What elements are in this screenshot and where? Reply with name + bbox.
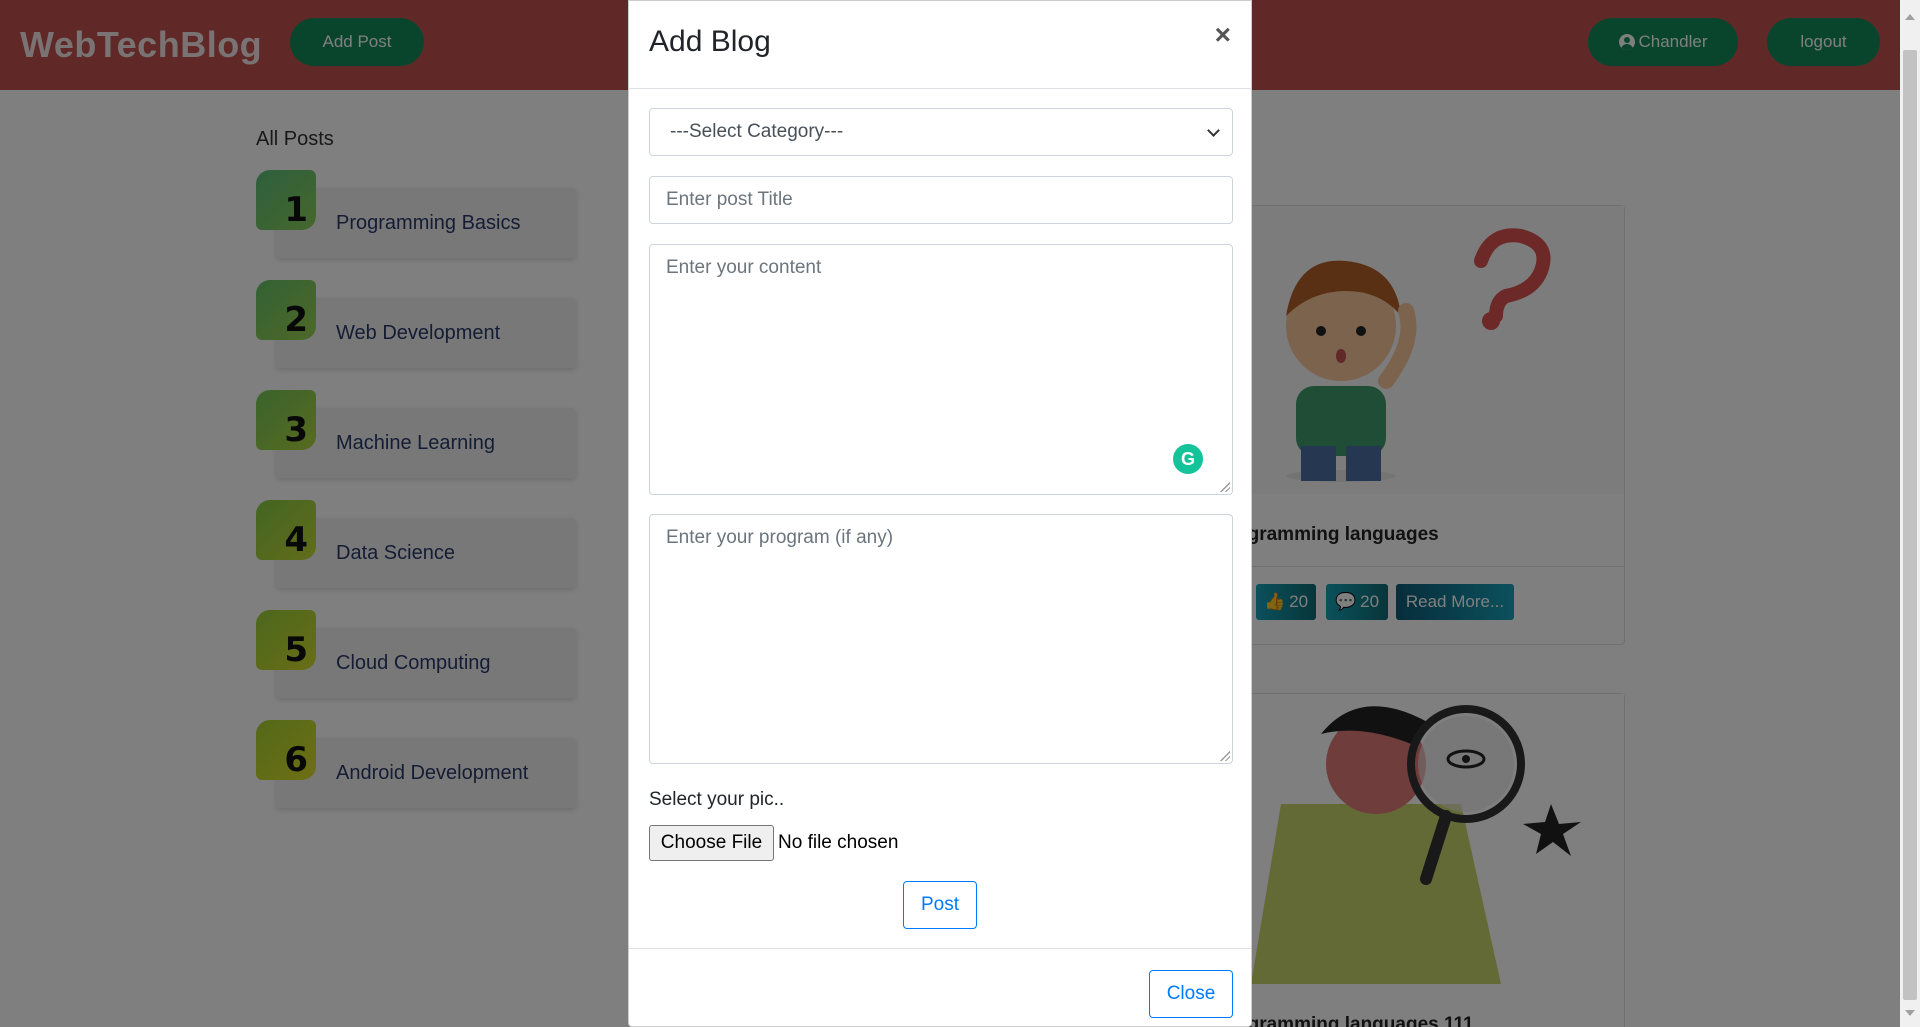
content-textarea[interactable]: Enter your content <box>649 244 1233 495</box>
content-placeholder: Enter your content <box>666 257 822 278</box>
post-title-input[interactable]: Enter post Title <box>649 176 1233 224</box>
modal-header: Add Blog × <box>629 1 1251 89</box>
choose-file-button[interactable]: Choose File <box>649 825 774 861</box>
post-title-placeholder: Enter post Title <box>666 189 793 210</box>
scroll-down-icon[interactable] <box>1905 1010 1915 1016</box>
scrollbar[interactable] <box>1900 0 1920 1027</box>
grammarly-icon[interactable]: G <box>1173 444 1203 474</box>
post-button[interactable]: Post <box>903 881 977 929</box>
modal-footer-divider <box>629 948 1251 949</box>
chevron-down-icon <box>1207 124 1220 137</box>
program-placeholder: Enter your program (if any) <box>666 527 894 548</box>
add-blog-modal: Add Blog × ---Select Category--- Enter p… <box>628 0 1252 1027</box>
category-select[interactable]: ---Select Category--- <box>649 108 1233 156</box>
close-button[interactable]: Close <box>1149 970 1233 1018</box>
scroll-up-icon[interactable] <box>1905 14 1915 20</box>
modal-title: Add Blog <box>649 25 771 58</box>
file-status: No file chosen <box>778 832 899 853</box>
program-textarea[interactable]: Enter your program (if any) <box>649 514 1233 764</box>
scroll-thumb[interactable] <box>1903 50 1917 1000</box>
close-icon[interactable]: × <box>1215 21 1231 49</box>
resize-handle-icon[interactable] <box>1220 751 1230 761</box>
pic-label: Select your pic.. <box>649 789 785 810</box>
resize-handle-icon[interactable] <box>1220 482 1230 492</box>
category-select-value: ---Select Category--- <box>670 121 844 142</box>
